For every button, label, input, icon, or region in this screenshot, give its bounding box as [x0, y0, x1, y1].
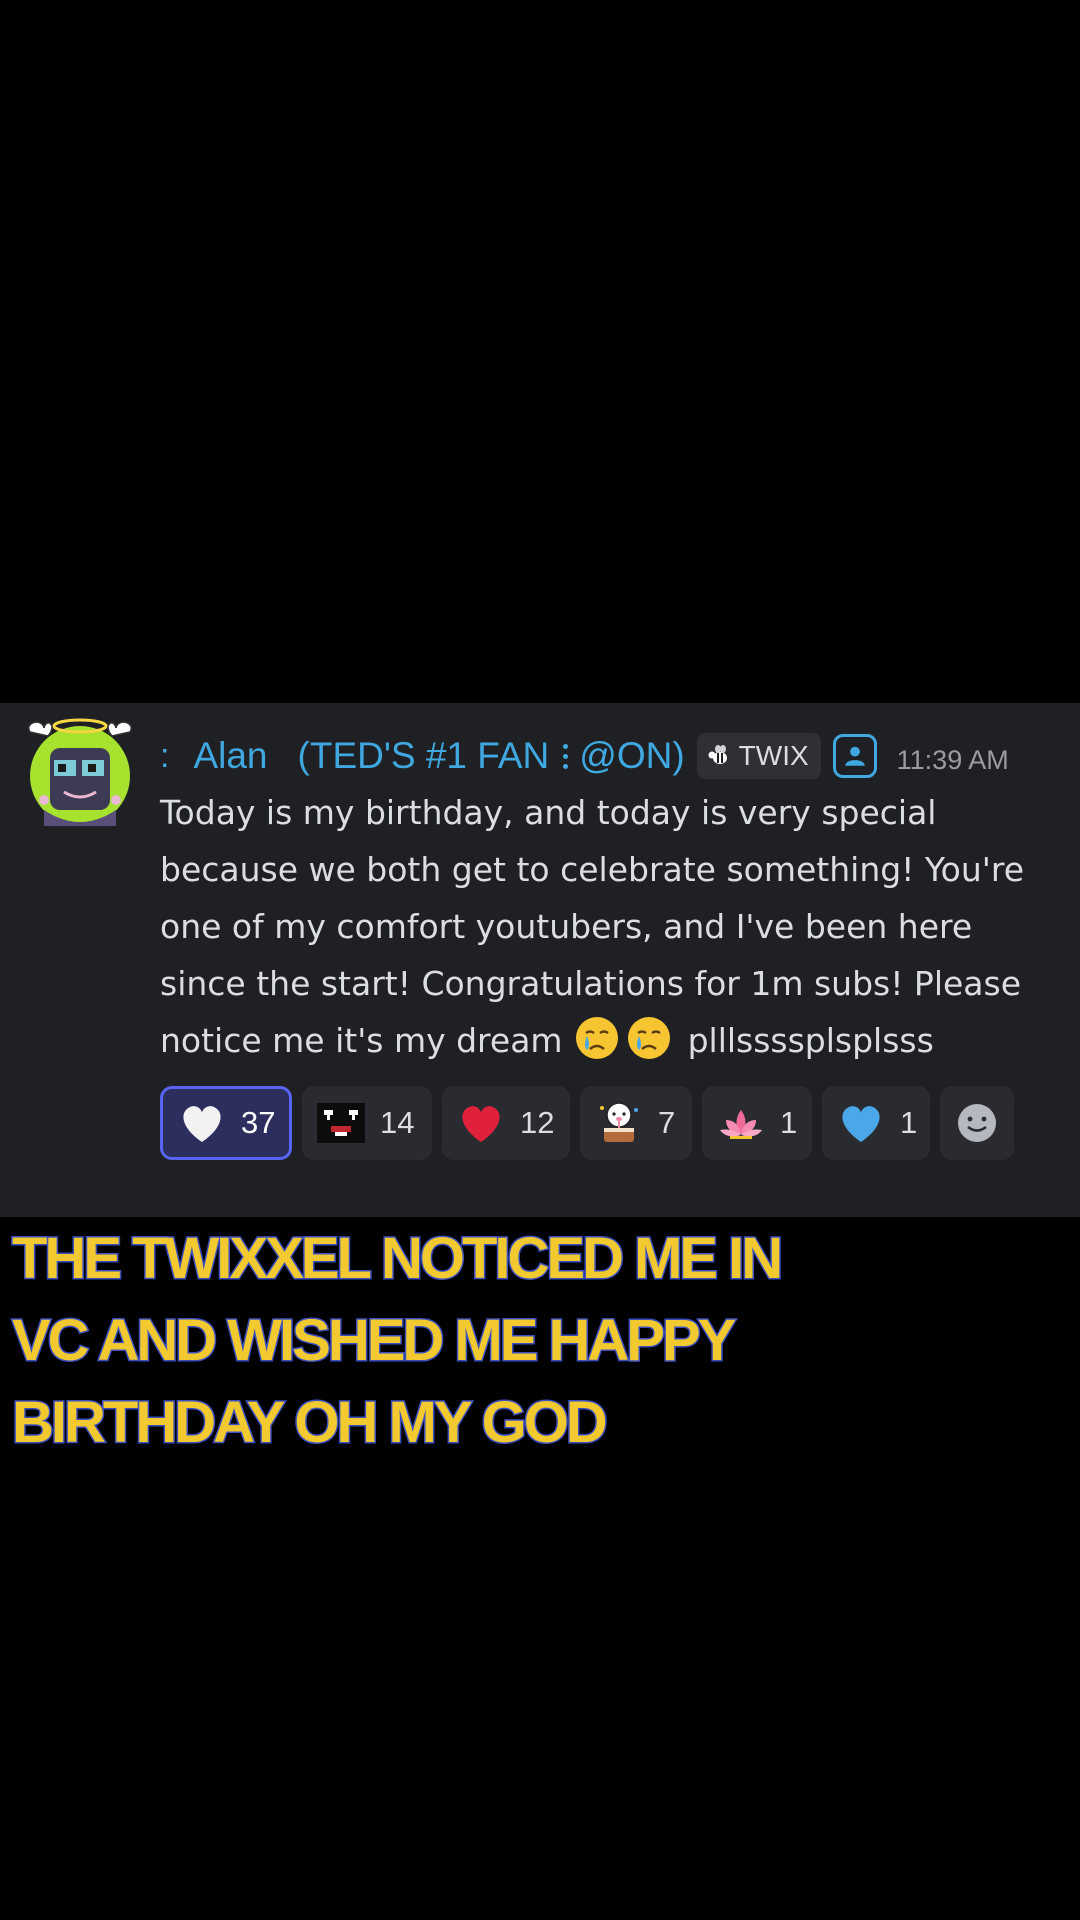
reaction-count: 1 [900, 1105, 918, 1140]
caption-line: VC AND WISHED ME HAPPY [11, 1307, 738, 1375]
message-line-text: notice me it's my dream [160, 1021, 563, 1060]
message-timestamp: 11:39 AM [896, 744, 1009, 775]
red-heart-icon [456, 1098, 506, 1148]
crying-face-emoji-icon [573, 1014, 621, 1062]
caption-line: BIRTHDAY OH MY GOD [11, 1389, 610, 1457]
message-line: Today is my birthday, and today is very … [160, 793, 937, 832]
kebab-separator-icon [563, 742, 569, 770]
reaction-pixel-face[interactable]: 14 [302, 1086, 432, 1160]
reaction-count: 14 [380, 1105, 415, 1140]
reaction-count: 37 [241, 1105, 276, 1140]
birthday-cake-character-icon [594, 1098, 644, 1148]
person-icon [844, 746, 865, 766]
guild-tag-label: TWIX [738, 740, 809, 771]
reaction-white-heart[interactable]: 37 [160, 1086, 292, 1160]
message-content: Today is my birthday, and today is very … [160, 784, 1060, 1069]
reaction-birthday-cake-character[interactable]: 7 [580, 1086, 692, 1160]
username-tag-suffix[interactable]: @ON) [579, 735, 684, 777]
username-tag[interactable]: (TED'S #1 FAN [298, 735, 550, 777]
user-avatar[interactable] [24, 714, 136, 828]
reaction-red-heart[interactable]: 12 [442, 1086, 570, 1160]
guild-tag-badge[interactable]: TWIX [696, 733, 821, 779]
bee-icon [708, 745, 727, 764]
username[interactable]: Alan [193, 735, 267, 777]
message-line: because we both get to celebrate somethi… [160, 850, 1024, 889]
reaction-count: 1 [780, 1105, 798, 1140]
reaction-blue-heart[interactable]: 1 [822, 1086, 930, 1160]
video-caption: THE TWIXXEL NOTICED ME IN VC AND WISHED … [11, 1218, 1072, 1464]
white-heart-icon [177, 1098, 227, 1148]
message-header: : Alan (TED'S #1 FAN @ON) TWIX 11:39 AM [160, 728, 1009, 784]
reaction-count: 7 [658, 1105, 676, 1140]
blue-heart-icon [836, 1098, 886, 1148]
reactions-bar: 37 14 12 7 1 1 [160, 1086, 1014, 1160]
message-line-last: notice me it's my dream plllssssplsplsss [160, 1012, 1060, 1069]
message-line: since the start! Congratulations for 1m … [160, 964, 1022, 1003]
smiley-add-reaction-icon [958, 1104, 996, 1142]
pixel-face-icon [316, 1098, 366, 1148]
add-reaction-button[interactable] [940, 1086, 1014, 1160]
reaction-count: 12 [520, 1105, 555, 1140]
profile-badge[interactable] [832, 734, 877, 778]
avatar-icon [28, 718, 132, 826]
message-line-text: plllssssplsplsss [687, 1021, 934, 1060]
lotus-icon [716, 1098, 766, 1148]
reaction-lotus[interactable]: 1 [702, 1086, 812, 1160]
username-prefix: : [160, 736, 170, 775]
message-line: one of my comfort youtubers, and I've be… [160, 907, 973, 946]
caption-line: THE TWIXXEL NOTICED ME IN [11, 1225, 785, 1293]
crying-face-emoji-icon [625, 1014, 673, 1062]
